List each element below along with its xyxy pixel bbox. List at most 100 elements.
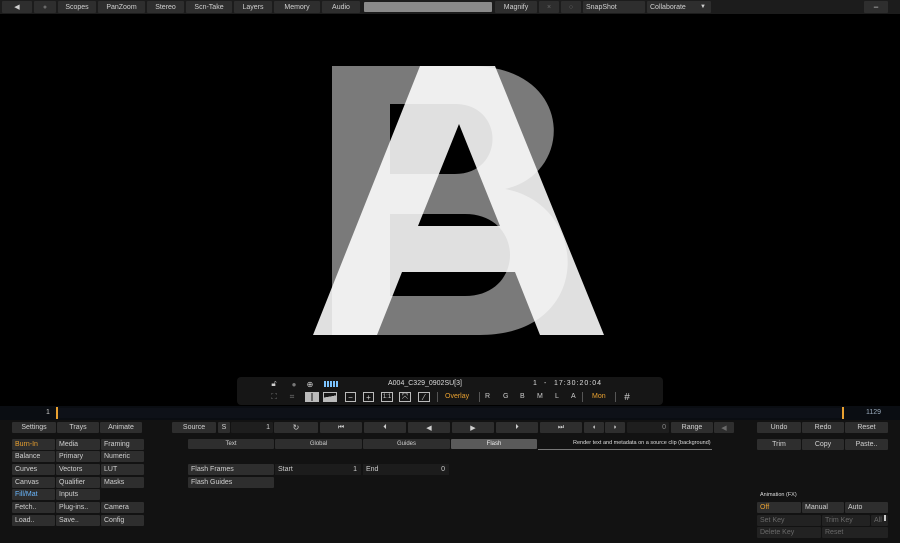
menu-load[interactable]: Load..: [12, 515, 55, 526]
mark-out-button[interactable]: ◗: [605, 422, 625, 433]
mark-in-button[interactable]: ◖: [584, 422, 604, 433]
timeline-end-marker[interactable]: [842, 407, 844, 419]
undo-button[interactable]: Undo: [757, 422, 801, 433]
channel-a-button[interactable]: A: [571, 393, 576, 400]
globe-icon[interactable]: ⊕: [304, 379, 316, 389]
channel-l-button[interactable]: L: [555, 393, 559, 400]
frame-counter[interactable]: 0: [627, 422, 669, 433]
play-reverse-button[interactable]: ◀: [408, 422, 450, 433]
go-end-button[interactable]: ⏭︎: [540, 422, 582, 433]
step-forward-button[interactable]: ⏵︎: [496, 422, 538, 433]
channel-r-button[interactable]: R: [485, 393, 490, 400]
wipe-view-icon[interactable]: [323, 392, 337, 402]
range-button[interactable]: Range: [671, 422, 713, 433]
audio-mute-button[interactable]: ◀: [714, 422, 734, 433]
subtab-flash[interactable]: Flash: [451, 439, 537, 449]
play-button[interactable]: ▶: [452, 422, 494, 433]
anim-auto-button[interactable]: Auto: [845, 502, 888, 513]
timeline-track[interactable]: [58, 408, 842, 418]
mon-button[interactable]: Mon: [592, 393, 606, 400]
snapshot-button[interactable]: SnapShot: [583, 1, 645, 13]
ab-overlay-image: [313, 66, 604, 335]
start-field[interactable]: Start 1: [275, 464, 361, 475]
menu-primary[interactable]: Primary: [56, 451, 100, 462]
menu-vectors[interactable]: Vectors: [56, 464, 100, 475]
channel-b-button[interactable]: B: [520, 393, 525, 400]
animate-tab[interactable]: Animate: [100, 422, 142, 433]
loop-button[interactable]: ↻: [274, 422, 318, 433]
layers-button[interactable]: Layers: [234, 1, 272, 13]
lock-icon[interactable]: 🔓︎: [268, 379, 280, 389]
edit-icon[interactable]: ⁄: [418, 392, 430, 402]
settings-tab[interactable]: Settings: [12, 422, 56, 433]
subtab-global[interactable]: Global: [275, 439, 362, 449]
menu-framing[interactable]: Framing: [101, 439, 144, 450]
menu-fill-mat[interactable]: Fill/Mat: [12, 489, 55, 500]
menu-numeric[interactable]: Numeric: [101, 451, 144, 462]
menu-save[interactable]: Save..: [56, 515, 100, 526]
menu-canvas[interactable]: Canvas: [12, 477, 55, 488]
end-field[interactable]: End 0: [363, 464, 449, 475]
stereo-button[interactable]: Stereo: [147, 1, 184, 13]
frame-input[interactable]: 1: [231, 422, 273, 433]
subtab-guides[interactable]: Guides: [363, 439, 450, 449]
grid-icon[interactable]: #: [621, 392, 633, 403]
magnify-button[interactable]: Magnify: [495, 1, 537, 13]
one-to-one-button[interactable]: 1:1: [381, 392, 393, 402]
scn-take-button[interactable]: Scn-Take: [186, 1, 232, 13]
scroll-handle[interactable]: [884, 515, 886, 521]
trim-key-button[interactable]: Trim Key: [822, 515, 870, 526]
image-viewer[interactable]: [0, 14, 900, 406]
menu-balance[interactable]: Balance: [12, 451, 55, 462]
copy-button[interactable]: Copy: [802, 439, 844, 450]
channel-g-button[interactable]: G: [503, 393, 508, 400]
menu-masks[interactable]: Masks: [101, 477, 144, 488]
safe-area-icon[interactable]: ⛶: [268, 392, 280, 402]
split-view-icon[interactable]: [305, 392, 319, 402]
menu-lut[interactable]: LUT: [101, 464, 144, 475]
s-button[interactable]: S: [218, 422, 230, 433]
panzoom-button[interactable]: PanZoom: [98, 1, 145, 13]
close-small-button[interactable]: ×: [539, 1, 559, 13]
anim-off-button[interactable]: Off: [757, 502, 801, 513]
menu-curves[interactable]: Curves: [12, 464, 55, 475]
audio-button[interactable]: Audio: [322, 1, 360, 13]
source-button[interactable]: Source: [172, 422, 216, 433]
collaborate-dropdown[interactable]: Collaborate ▼: [647, 1, 711, 13]
menu-burn-in[interactable]: Burn-In: [12, 439, 55, 450]
trays-tab[interactable]: Trays: [57, 422, 99, 433]
subtab-text[interactable]: Text: [188, 439, 274, 449]
fit-icon[interactable]: ⤧: [399, 392, 411, 402]
menu-fetch[interactable]: Fetch..: [12, 502, 55, 513]
redo-button[interactable]: Redo: [802, 422, 844, 433]
menu-qualifier[interactable]: Qualifier: [56, 477, 100, 488]
menu-camera[interactable]: Camera: [101, 502, 144, 513]
disabled-button[interactable]: ●: [34, 1, 56, 13]
go-start-button[interactable]: ⏮︎: [320, 422, 362, 433]
step-back-button[interactable]: ⏴︎: [364, 422, 406, 433]
scopes-button[interactable]: Scopes: [58, 1, 96, 13]
memory-button[interactable]: Memory: [274, 1, 320, 13]
menu-media[interactable]: Media: [56, 439, 100, 450]
reset-button[interactable]: Reset: [845, 422, 888, 433]
set-key-button[interactable]: Set Key: [757, 515, 821, 526]
anim-manual-button[interactable]: Manual: [802, 502, 844, 513]
timeline-bar[interactable]: 1 1129: [0, 406, 900, 420]
menu-plug-ins[interactable]: Plug-ins..: [56, 502, 100, 513]
circle-small-button[interactable]: ○: [561, 1, 581, 13]
back-button[interactable]: ◀: [2, 1, 32, 13]
minimize-button[interactable]: −: [864, 1, 888, 13]
zoom-out-icon[interactable]: −: [345, 392, 356, 402]
delete-key-button[interactable]: Delete Key: [757, 527, 821, 538]
reset-key-button[interactable]: Reset: [822, 527, 888, 538]
zoom-in-icon[interactable]: +: [363, 392, 374, 402]
trim-button[interactable]: Trim: [757, 439, 801, 450]
record-icon[interactable]: ●: [287, 379, 301, 389]
paste-button[interactable]: Paste..: [845, 439, 888, 450]
menu-inputs[interactable]: Inputs: [56, 489, 100, 500]
channel-m-button[interactable]: M: [537, 393, 543, 400]
overlay-button[interactable]: Overlay: [445, 393, 469, 400]
frame-guide-icon[interactable]: ⌗: [285, 392, 299, 402]
search-field[interactable]: [364, 2, 492, 12]
menu-config[interactable]: Config: [101, 515, 144, 526]
